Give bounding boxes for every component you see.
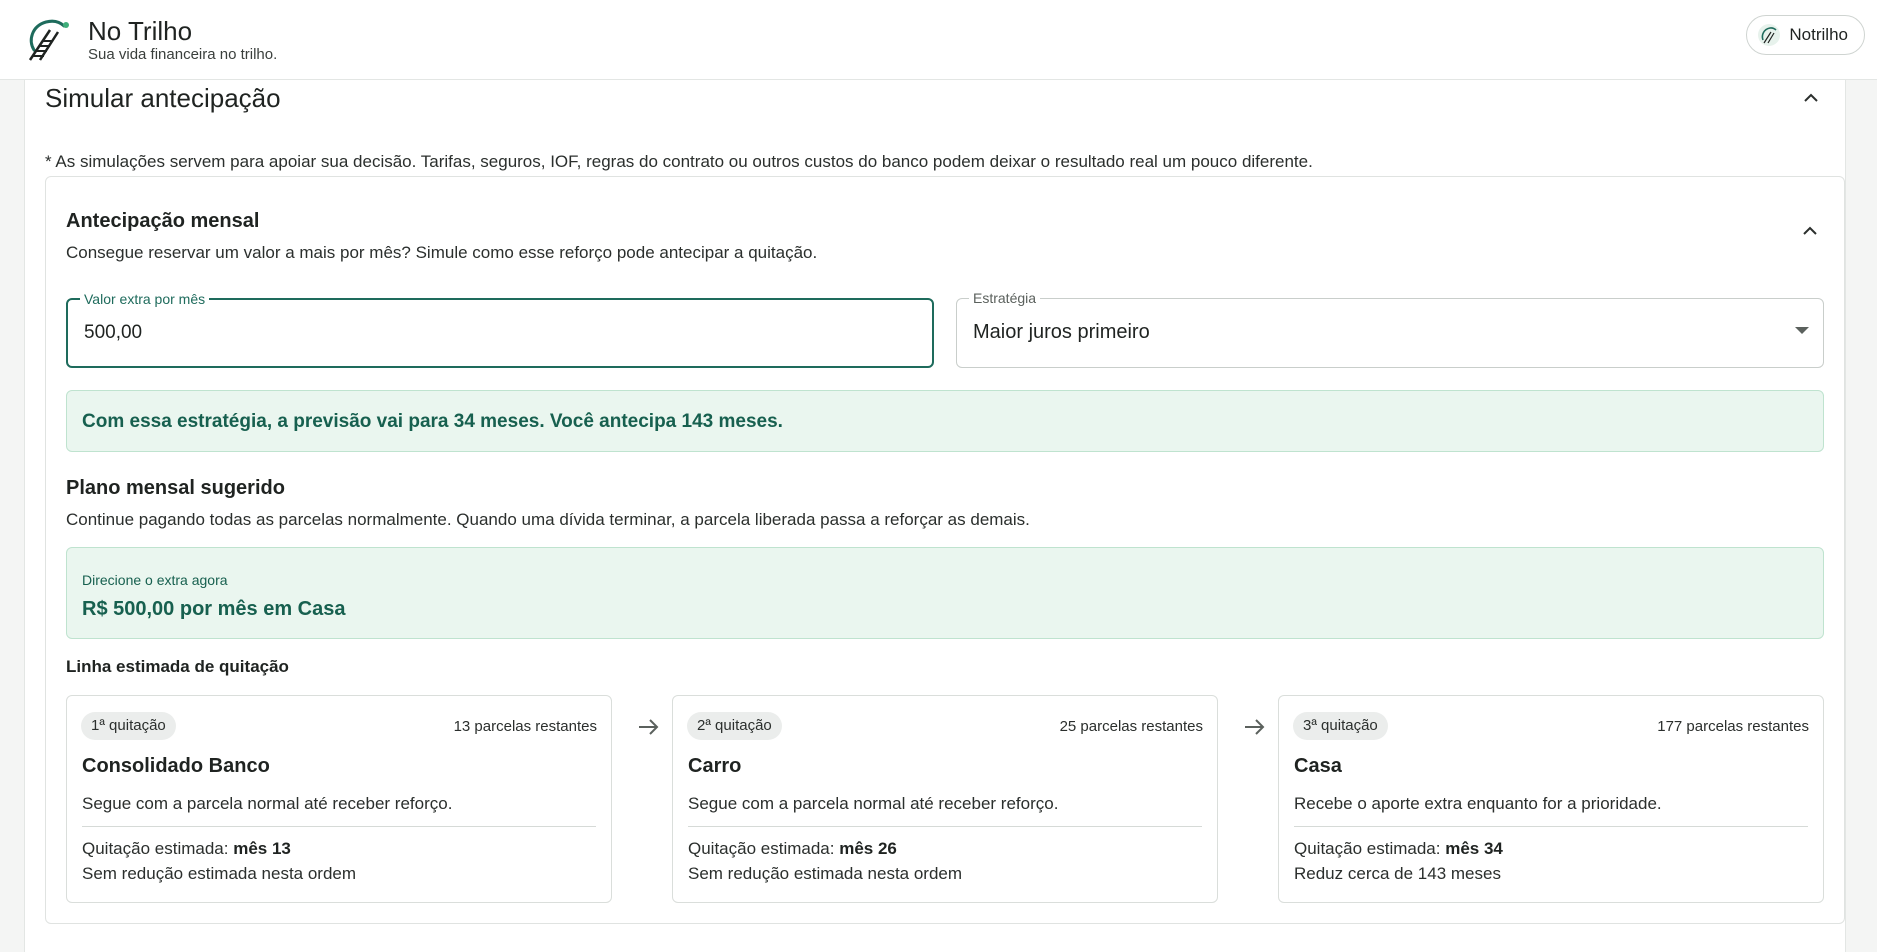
user-name: Notrilho xyxy=(1789,25,1848,44)
strategy-value: Maior juros primeiro xyxy=(973,321,1150,343)
timeline-step-2: 2ª quitação 25 parcelas restantes Carro … xyxy=(672,695,1218,903)
step-remaining: 177 parcelas restantes xyxy=(1657,718,1809,735)
card-title: Antecipação mensal xyxy=(66,210,260,232)
dropdown-arrow-icon[interactable] xyxy=(1795,327,1809,334)
strategy-label: Estratégia xyxy=(969,289,1041,307)
card-subtitle: Consegue reservar um valor a mais por mê… xyxy=(66,243,818,262)
panel-title: Simular antecipação xyxy=(45,83,281,113)
divider xyxy=(82,826,596,827)
extra-direction-value: R$ 500,00 por mês em Casa xyxy=(82,598,346,620)
extra-direction-box: Direcione o extra agora R$ 500,00 por mê… xyxy=(66,547,1824,639)
extra-value-field: Valor extra por mês xyxy=(66,290,934,368)
result-banner: Com essa estratégia, a previsão vai para… xyxy=(66,390,1824,452)
extra-value-label: Valor extra por mês xyxy=(80,290,210,308)
step-name: Consolidado Banco xyxy=(82,755,270,777)
brand-name: No Trilho xyxy=(88,15,193,46)
step-name: Carro xyxy=(688,755,742,777)
step-description: Recebe o aporte extra enquanto for a pri… xyxy=(1294,794,1662,813)
disclaimer-text: * As simulações servem para apoiar sua d… xyxy=(45,152,1313,171)
step-estimate: Quitação estimada: mês 34 xyxy=(1294,839,1503,858)
extra-value-input[interactable] xyxy=(84,318,884,348)
chevron-up-icon[interactable] xyxy=(1798,219,1822,243)
arrow-right-icon xyxy=(639,719,659,735)
step-month: mês 26 xyxy=(839,839,897,858)
step-estimate: Quitação estimada: mês 13 xyxy=(82,839,291,858)
user-menu-button[interactable]: Notrilho xyxy=(1746,15,1865,55)
step-reduction: Sem redução estimada nesta ordem xyxy=(82,864,357,883)
step-remaining: 13 parcelas restantes xyxy=(453,718,597,735)
step-badge: 2ª quitação xyxy=(687,712,782,740)
step-description: Segue com a parcela normal até receber r… xyxy=(82,794,453,813)
plan-title: Plano mensal sugerido xyxy=(66,477,285,499)
arrow-right-icon xyxy=(1245,719,1265,735)
step-reduction: Reduz cerca de 143 meses xyxy=(1294,864,1501,883)
timeline-step-1: 1ª quitação 13 parcelas restantes Consol… xyxy=(66,695,612,903)
monthly-anticipation-card: Antecipação mensal Consegue reservar um … xyxy=(45,176,1845,924)
step-badge: 1ª quitação xyxy=(81,712,176,740)
rail-logo-icon xyxy=(28,19,69,61)
simulation-panel: Simular antecipação * As simulações serv… xyxy=(24,80,1846,952)
result-text: Com essa estratégia, a previsão vai para… xyxy=(82,411,783,432)
step-month: mês 34 xyxy=(1445,839,1503,858)
divider xyxy=(688,826,1202,827)
step-reduction: Sem redução estimada nesta ordem xyxy=(688,864,963,883)
timeline-step-3: 3ª quitação 177 parcelas restantes Casa … xyxy=(1278,695,1824,903)
user-avatar-icon xyxy=(1758,24,1781,46)
timeline-title: Linha estimada de quitação xyxy=(66,657,289,676)
top-bar: No Trilho Sua vida financeira no trilho.… xyxy=(0,0,1877,80)
strategy-select[interactable]: Estratégia Maior juros primeiro xyxy=(956,289,1824,368)
step-name: Casa xyxy=(1294,755,1342,777)
step-remaining: 25 parcelas restantes xyxy=(1059,718,1203,735)
extra-direction-label: Direcione o extra agora xyxy=(82,572,228,588)
plan-subtitle: Continue pagando todas as parcelas norma… xyxy=(66,510,1030,529)
step-estimate: Quitação estimada: mês 26 xyxy=(688,839,897,858)
step-description: Segue com a parcela normal até receber r… xyxy=(688,794,1059,813)
brand: No Trilho Sua vida financeira no trilho. xyxy=(88,16,277,64)
divider xyxy=(1294,826,1808,827)
chevron-up-icon[interactable] xyxy=(1799,86,1823,110)
step-month: mês 13 xyxy=(233,839,291,858)
brand-tagline: Sua vida financeira no trilho. xyxy=(88,45,278,63)
step-badge: 3ª quitação xyxy=(1293,712,1388,740)
